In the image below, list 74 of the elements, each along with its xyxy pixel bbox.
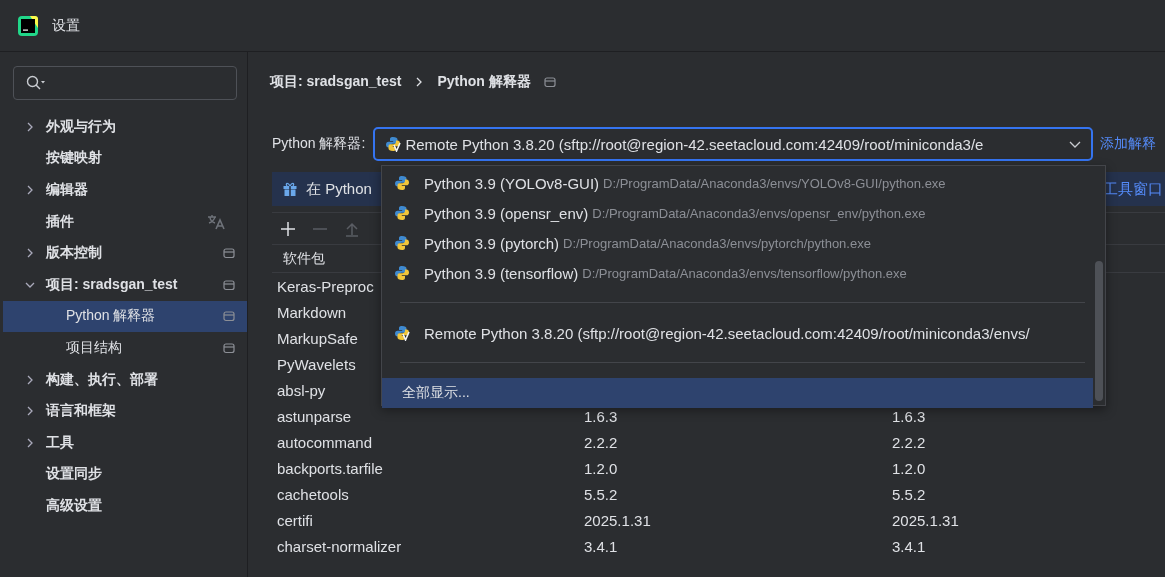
chevron-right-icon[interactable] xyxy=(25,248,35,259)
search-field[interactable] xyxy=(13,66,237,100)
table-cell: 5.5.2 xyxy=(892,485,926,503)
sidebar-item[interactable]: 工具 xyxy=(3,426,247,459)
table-cell: 3.4.1 xyxy=(584,537,618,555)
interpreter-option[interactable]: Python 3.9 (opensr_env) D:/ProgramData/Anaconda3/envs/opensr_env/python.exe xyxy=(382,198,1093,228)
interpreter-dropdown[interactable]: Remote Python 3.8.20 (sftp://root@region-42.seetacloud.com:42409/root/miniconda3/e xyxy=(373,127,1094,161)
interpreter-option[interactable]: Remote Python 3.8.20 (sftp://root@region-42.seetacloud.com:42409/root/miniconda3/envs/ xyxy=(382,318,1093,348)
table-cell: PyWavelets xyxy=(277,355,356,373)
table-cell: 1.6.3 xyxy=(584,407,618,425)
table-cell: Keras-Preproc xyxy=(277,277,374,295)
python-icon xyxy=(394,235,410,251)
table-cell: 2025.1.31 xyxy=(892,511,959,529)
table-cell: 5.5.2 xyxy=(584,485,618,503)
python-icon xyxy=(394,265,410,281)
breadcrumb-item: Python 解释器 xyxy=(437,73,531,91)
table-cell: charset-normalizer xyxy=(277,537,402,555)
table-cell: cachetools xyxy=(277,485,349,503)
sidebar-item[interactable]: 高级设置 xyxy=(3,490,247,522)
interpreter-option[interactable]: Python 3.9 (YOLOv8-GUI) D:/ProgramData/Anaconda3/envs/YOLOv8-GUI/python.exe xyxy=(382,168,1093,198)
scrollbar-thumb[interactable] xyxy=(1095,261,1103,401)
table-cell: 2025.1.31 xyxy=(584,511,651,529)
interpreter-option[interactable]: Python 3.9 (pytorch) D:/ProgramData/Anaconda3/envs/pytorch/python.exe xyxy=(382,228,1093,258)
table-cell: certifi xyxy=(277,511,313,529)
window-icon xyxy=(543,76,556,88)
column-header[interactable]: 软件包 xyxy=(283,249,325,268)
table-cell: 1.2.0 xyxy=(892,459,926,477)
window-title: 设置 xyxy=(52,16,80,35)
table-cell: 2.2.2 xyxy=(584,433,618,451)
remote-python-icon xyxy=(394,325,410,341)
sidebar-item[interactable]: 插件 xyxy=(3,205,247,238)
search-icon xyxy=(26,75,46,91)
chevron-right-icon[interactable] xyxy=(25,406,35,417)
gift-icon xyxy=(282,181,298,197)
table-cell: 1.2.0 xyxy=(584,459,618,477)
add-interpreter-link[interactable]: 添加解释 xyxy=(1100,135,1157,153)
banner-text: 在 Python xyxy=(306,179,372,199)
sidebar-item[interactable]: Python 解释器 xyxy=(3,300,247,333)
window-icon xyxy=(223,278,235,291)
window-icon xyxy=(223,341,235,354)
remote-python-icon xyxy=(385,136,402,152)
table-cell: absl-py xyxy=(277,381,326,399)
chevron-right-icon[interactable] xyxy=(25,374,35,385)
table-cell: autocommand xyxy=(277,433,373,451)
table-cell: backports.tarfile xyxy=(277,459,383,477)
sidebar-item[interactable]: 编辑器 xyxy=(3,174,247,206)
table-cell: MarkupSafe xyxy=(277,329,358,347)
table-cell: 1.6.3 xyxy=(892,407,926,425)
python-icon xyxy=(394,175,410,191)
table-cell: astunparse xyxy=(277,407,352,425)
sidebar-item[interactable]: 按键映射 xyxy=(3,142,247,175)
sidebar-item[interactable]: 项目结构 xyxy=(3,332,247,364)
interpreter-label: Python 解释器: xyxy=(272,135,366,153)
show-all-option[interactable]: 全部显示... xyxy=(382,378,1093,408)
python-icon xyxy=(394,205,410,221)
sidebar-item[interactable]: 语言和框架 xyxy=(3,395,247,427)
window-icon xyxy=(223,310,235,323)
window-icon xyxy=(223,247,235,260)
sidebar-item[interactable]: 项目: sradsgan_test xyxy=(3,268,247,301)
sidebar-item[interactable]: 外观与行为 xyxy=(3,111,247,143)
interpreter-option[interactable]: Python 3.9 (tensorflow) D:/ProgramData/Anaconda3/envs/tensorflow/python.exe xyxy=(382,258,1093,288)
translate-icon xyxy=(207,213,225,230)
sidebar-item[interactable]: 设置同步 xyxy=(3,458,247,491)
chevron-right-icon[interactable] xyxy=(25,121,35,132)
table-cell: 2.2.2 xyxy=(892,433,926,451)
sidebar-item[interactable]: 构建、执行、部署 xyxy=(3,363,247,396)
breadcrumb-item[interactable]: 项目: sradsgan_test xyxy=(270,73,402,91)
chevron-right-icon[interactable] xyxy=(25,437,35,448)
chevron-right-icon[interactable] xyxy=(25,185,35,195)
table-cell: Markdown xyxy=(277,303,347,321)
add-icon[interactable] xyxy=(280,220,296,237)
table-cell: 3.4.1 xyxy=(892,537,926,555)
sidebar-item[interactable]: 版本控制 xyxy=(3,237,247,269)
app-logo-icon xyxy=(18,15,38,36)
